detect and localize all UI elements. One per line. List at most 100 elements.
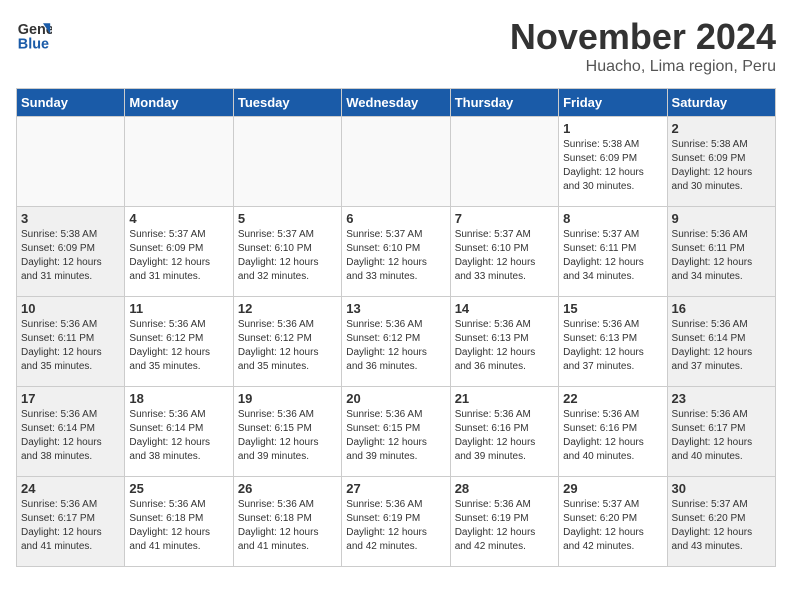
day-info: Sunrise: 5:36 AM Sunset: 6:12 PM Dayligh… — [129, 318, 228, 374]
day-info: Sunrise: 5:36 AM Sunset: 6:12 PM Dayligh… — [346, 318, 445, 374]
day-info: Sunrise: 5:36 AM Sunset: 6:18 PM Dayligh… — [238, 498, 337, 554]
day-number: 3 — [21, 211, 120, 226]
day-number: 18 — [129, 391, 228, 406]
weekday-header-saturday: Saturday — [667, 89, 775, 117]
week-row-5: 24 Sunrise: 5:36 AM Sunset: 6:17 PM Dayli… — [17, 477, 776, 567]
day-number: 4 — [129, 211, 228, 226]
day-cell — [125, 117, 233, 207]
day-cell: 6Sunrise: 5:37 AM Sunset: 6:10 PM Daylig… — [342, 207, 450, 297]
day-cell: 26 Sunrise: 5:36 AM Sunset: 6:18 PM Dayli… — [233, 477, 341, 567]
day-number: 27 — [346, 481, 445, 496]
day-number: 2 — [672, 121, 771, 136]
day-info: Sunrise: 5:38 AM Sunset: 6:09 PM Dayligh… — [563, 138, 662, 194]
day-info: Sunrise: 5:36 AM Sunset: 6:16 PM Dayligh… — [455, 408, 554, 464]
day-info: Sunrise: 5:36 AM Sunset: 6:14 PM Dayligh… — [672, 318, 771, 374]
day-number: 20 — [346, 391, 445, 406]
day-number: 9 — [672, 211, 771, 226]
day-number: 23 — [672, 391, 771, 406]
day-number: 1 — [563, 121, 662, 136]
logo-icon: General Blue — [16, 16, 52, 52]
day-info: Sunrise: 5:36 AM Sunset: 6:13 PM Dayligh… — [455, 318, 554, 374]
day-info: Sunrise: 5:36 AM Sunset: 6:17 PM Dayligh… — [21, 498, 120, 554]
day-cell: 21 Sunrise: 5:36 AM Sunset: 6:16 PM Dayli… — [450, 387, 558, 477]
day-cell: 25 Sunrise: 5:36 AM Sunset: 6:18 PM Dayli… — [125, 477, 233, 567]
day-cell: 19 Sunrise: 5:36 AM Sunset: 6:15 PM Dayli… — [233, 387, 341, 477]
weekday-header-thursday: Thursday — [450, 89, 558, 117]
day-info: Sunrise: 5:36 AM Sunset: 6:16 PM Dayligh… — [563, 408, 662, 464]
day-cell: 20 Sunrise: 5:36 AM Sunset: 6:15 PM Dayli… — [342, 387, 450, 477]
calendar-table: SundayMondayTuesdayWednesdayThursdayFrid… — [16, 88, 776, 567]
day-number: 19 — [238, 391, 337, 406]
day-number: 30 — [672, 481, 771, 496]
day-info: Sunrise: 5:36 AM Sunset: 6:18 PM Dayligh… — [129, 498, 228, 554]
day-cell: 9 Sunrise: 5:36 AM Sunset: 6:11 PM Daylig… — [667, 207, 775, 297]
day-cell: 4 Sunrise: 5:37 AM Sunset: 6:09 PM Daylig… — [125, 207, 233, 297]
day-number: 26 — [238, 481, 337, 496]
day-cell: 27 Sunrise: 5:36 AM Sunset: 6:19 PM Dayli… — [342, 477, 450, 567]
day-info: Sunrise: 5:36 AM Sunset: 6:13 PM Dayligh… — [563, 318, 662, 374]
day-number: 8 — [563, 211, 662, 226]
day-info: Sunrise: 5:37 AM Sunset: 6:09 PM Dayligh… — [129, 228, 228, 284]
day-number: 29 — [563, 481, 662, 496]
day-cell: 30 Sunrise: 5:37 AM Sunset: 6:20 PM Dayli… — [667, 477, 775, 567]
calendar-subtitle: Huacho, Lima region, Peru — [510, 58, 776, 76]
day-cell: 11 Sunrise: 5:36 AM Sunset: 6:12 PM Dayli… — [125, 297, 233, 387]
weekday-header-sunday: Sunday — [17, 89, 125, 117]
day-info: Sunrise: 5:37 AM Sunset: 6:10 PM Dayligh… — [346, 228, 445, 284]
day-cell: 23 Sunrise: 5:36 AM Sunset: 6:17 PM Dayli… — [667, 387, 775, 477]
day-number: 16 — [672, 301, 771, 316]
week-row-3: 10 Sunrise: 5:36 AM Sunset: 6:11 PM Dayli… — [17, 297, 776, 387]
day-info: Sunrise: 5:38 AM Sunset: 6:09 PM Dayligh… — [672, 138, 771, 194]
day-info: Sunrise: 5:36 AM Sunset: 6:15 PM Dayligh… — [238, 408, 337, 464]
day-info: Sunrise: 5:36 AM Sunset: 6:19 PM Dayligh… — [346, 498, 445, 554]
day-number: 5 — [238, 211, 337, 226]
day-cell: 14 Sunrise: 5:36 AM Sunset: 6:13 PM Dayli… — [450, 297, 558, 387]
weekday-header-tuesday: Tuesday — [233, 89, 341, 117]
day-info: Sunrise: 5:36 AM Sunset: 6:11 PM Dayligh… — [21, 318, 120, 374]
day-number: 10 — [21, 301, 120, 316]
day-info: Sunrise: 5:37 AM Sunset: 6:10 PM Dayligh… — [455, 228, 554, 284]
week-row-4: 17Sunrise: 5:36 AM Sunset: 6:14 PM Dayli… — [17, 387, 776, 477]
day-cell: 5 Sunrise: 5:37 AM Sunset: 6:10 PM Daylig… — [233, 207, 341, 297]
weekday-header-friday: Friday — [559, 89, 667, 117]
day-info: Sunrise: 5:36 AM Sunset: 6:11 PM Dayligh… — [672, 228, 771, 284]
day-number: 14 — [455, 301, 554, 316]
day-cell: 7 Sunrise: 5:37 AM Sunset: 6:10 PM Daylig… — [450, 207, 558, 297]
day-number: 28 — [455, 481, 554, 496]
weekday-header-wednesday: Wednesday — [342, 89, 450, 117]
day-info: Sunrise: 5:37 AM Sunset: 6:20 PM Dayligh… — [672, 498, 771, 554]
day-cell: 16 Sunrise: 5:36 AM Sunset: 6:14 PM Dayli… — [667, 297, 775, 387]
day-cell: 15Sunrise: 5:36 AM Sunset: 6:13 PM Dayli… — [559, 297, 667, 387]
day-cell: 29Sunrise: 5:37 AM Sunset: 6:20 PM Dayli… — [559, 477, 667, 567]
day-number: 7 — [455, 211, 554, 226]
week-row-2: 3 Sunrise: 5:38 AM Sunset: 6:09 PM Daylig… — [17, 207, 776, 297]
day-number: 13 — [346, 301, 445, 316]
day-cell: 12 Sunrise: 5:36 AM Sunset: 6:12 PM Dayli… — [233, 297, 341, 387]
logo: General Blue — [16, 16, 52, 52]
day-cell: 17Sunrise: 5:36 AM Sunset: 6:14 PM Dayli… — [17, 387, 125, 477]
day-cell: 13 Sunrise: 5:36 AM Sunset: 6:12 PM Dayli… — [342, 297, 450, 387]
day-cell — [450, 117, 558, 207]
day-cell: 24 Sunrise: 5:36 AM Sunset: 6:17 PM Dayli… — [17, 477, 125, 567]
day-number: 22 — [563, 391, 662, 406]
day-info: Sunrise: 5:36 AM Sunset: 6:15 PM Dayligh… — [346, 408, 445, 464]
day-info: Sunrise: 5:38 AM Sunset: 6:09 PM Dayligh… — [21, 228, 120, 284]
week-row-1: 1 Sunrise: 5:38 AM Sunset: 6:09 PM Daylig… — [17, 117, 776, 207]
day-info: Sunrise: 5:36 AM Sunset: 6:19 PM Dayligh… — [455, 498, 554, 554]
day-cell: 2 Sunrise: 5:38 AM Sunset: 6:09 PM Daylig… — [667, 117, 775, 207]
day-number: 25 — [129, 481, 228, 496]
day-number: 11 — [129, 301, 228, 316]
day-cell — [17, 117, 125, 207]
day-info: Sunrise: 5:36 AM Sunset: 6:12 PM Dayligh… — [238, 318, 337, 374]
day-info: Sunrise: 5:37 AM Sunset: 6:10 PM Dayligh… — [238, 228, 337, 284]
day-number: 12 — [238, 301, 337, 316]
svg-text:Blue: Blue — [18, 36, 49, 52]
weekday-header-monday: Monday — [125, 89, 233, 117]
day-cell: 3 Sunrise: 5:38 AM Sunset: 6:09 PM Daylig… — [17, 207, 125, 297]
calendar-title: November 2024 — [510, 16, 776, 58]
day-info: Sunrise: 5:37 AM Sunset: 6:11 PM Dayligh… — [563, 228, 662, 284]
day-number: 24 — [21, 481, 120, 496]
day-number: 21 — [455, 391, 554, 406]
day-info: Sunrise: 5:36 AM Sunset: 6:17 PM Dayligh… — [672, 408, 771, 464]
title-area: November 2024 Huacho, Lima region, Peru — [510, 16, 776, 76]
